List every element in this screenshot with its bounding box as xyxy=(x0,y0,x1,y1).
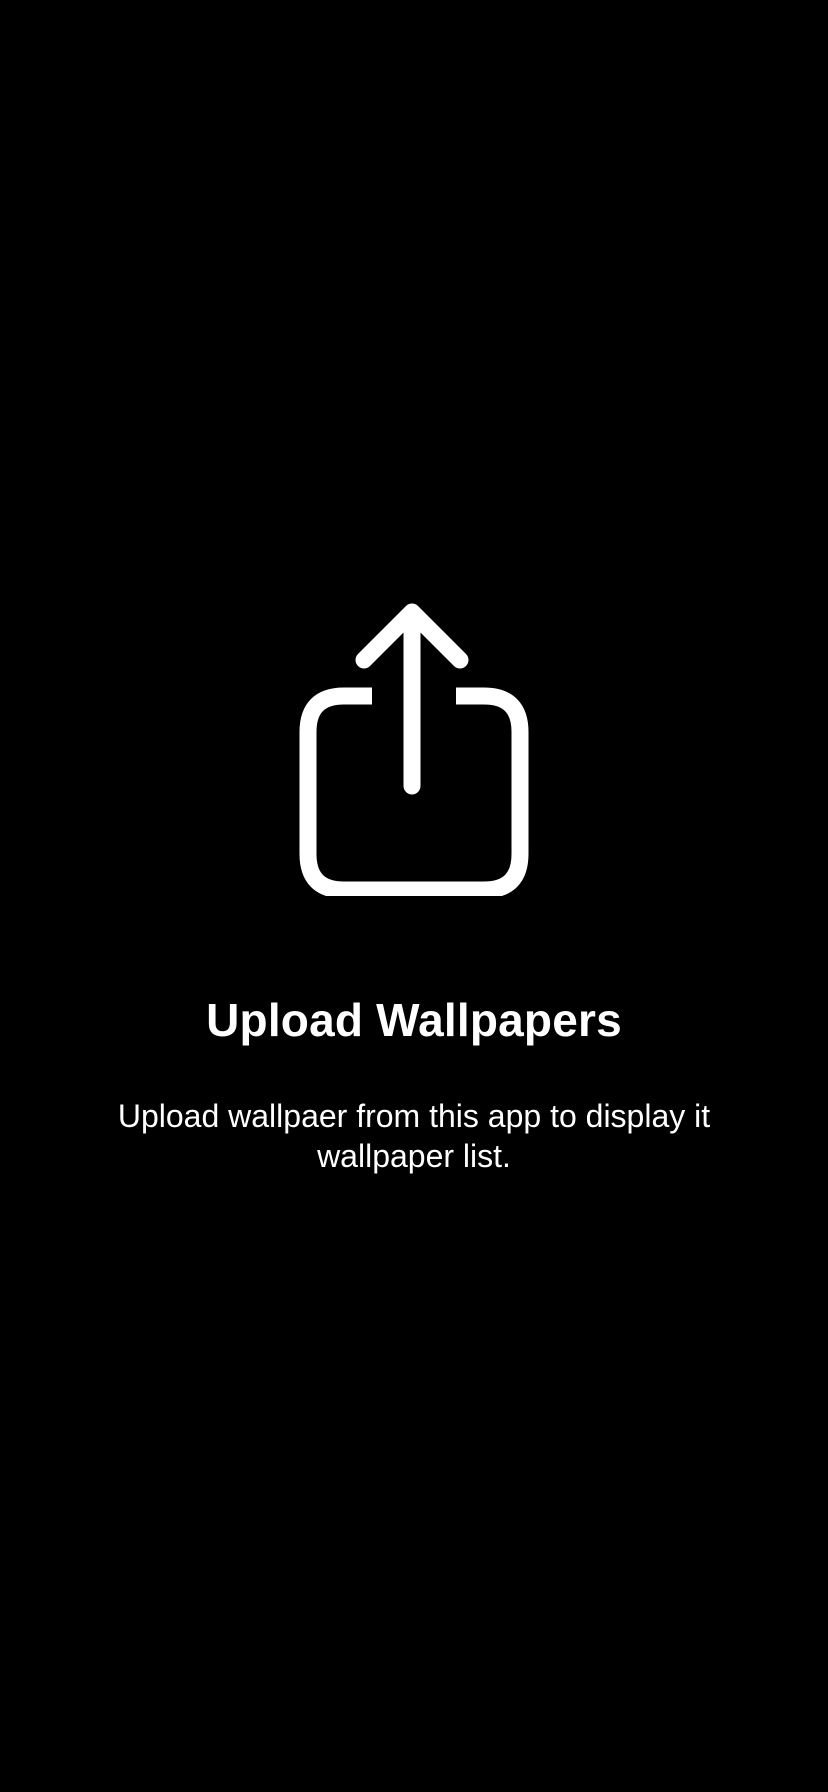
empty-state: Upload Wallpapers Upload wallpaer from t… xyxy=(0,600,828,1176)
empty-state-title: Upload Wallpapers xyxy=(206,994,622,1046)
empty-state-description: Upload wallpaer from this app to display… xyxy=(117,1098,711,1174)
upload-wallpapers-screen: Upload Wallpapers Upload wallpaer from t… xyxy=(0,0,828,1792)
share-upload-icon xyxy=(299,603,529,896)
